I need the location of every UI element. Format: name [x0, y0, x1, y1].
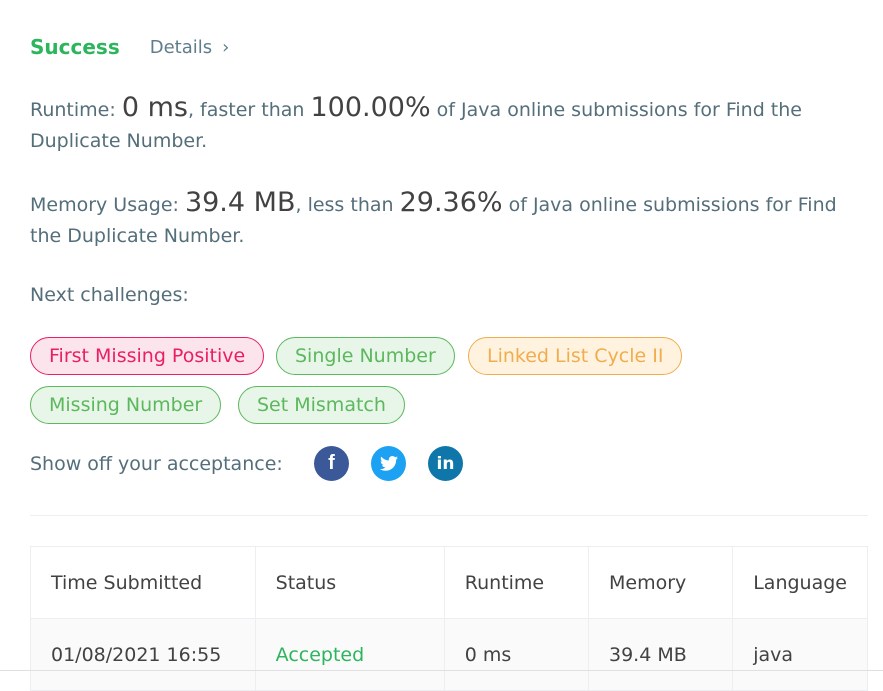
cell-memory: 39.4 MB: [587, 618, 734, 691]
challenge-first-missing-positive[interactable]: First Missing Positive: [30, 337, 265, 375]
column-header-language[interactable]: Language: [732, 546, 868, 619]
memory-value: 39.4 MB: [184, 187, 296, 218]
memory-mid: , less than: [295, 194, 400, 216]
cell-status-accepted[interactable]: Accepted: [254, 618, 445, 691]
cell-time-submitted: 01/08/2021 16:55: [30, 618, 256, 691]
runtime-summary: Runtime: 0 ms, faster than 100.00% of Ja…: [30, 92, 868, 157]
next-challenges-label: Next challenges:: [30, 284, 189, 306]
chevron-right-icon: ›: [222, 36, 230, 58]
details-label: Details: [149, 36, 213, 58]
runtime-mid: , faster than: [187, 99, 311, 121]
column-header-status[interactable]: Status: [254, 546, 445, 619]
challenge-missing-number[interactable]: Missing Number: [30, 386, 222, 424]
challenge-single-number[interactable]: Single Number: [276, 337, 455, 375]
runtime-label: Runtime:: [30, 99, 122, 121]
divider: [30, 515, 868, 516]
success-status: Success: [30, 35, 120, 59]
challenge-linked-list-cycle-ii[interactable]: Linked List Cycle II: [468, 337, 683, 375]
twitter-icon[interactable]: [371, 446, 406, 481]
runtime-value: 0 ms: [121, 92, 188, 123]
cell-language: java: [732, 618, 868, 691]
memory-label: Memory Usage:: [30, 194, 185, 216]
cell-runtime: 0 ms: [443, 618, 590, 691]
linkedin-icon[interactable]: in: [428, 446, 463, 481]
challenge-set-mismatch[interactable]: Set Mismatch: [238, 386, 405, 424]
twitter-bird-icon: [379, 456, 398, 471]
memory-percent: 29.36%: [399, 187, 503, 218]
share-label: Show off your acceptance:: [30, 453, 283, 475]
runtime-percent: 100.00%: [310, 92, 431, 123]
details-link[interactable]: Details ›: [150, 37, 230, 58]
facebook-glyph: f: [328, 452, 335, 474]
column-header-memory[interactable]: Memory: [587, 546, 734, 619]
table-row: 01/08/2021 16:55 Accepted 0 ms 39.4 MB j…: [30, 618, 868, 691]
column-header-time-submitted[interactable]: Time Submitted: [30, 546, 256, 619]
linkedin-glyph: in: [436, 453, 455, 474]
memory-summary: Memory Usage: 39.4 MB, less than 29.36% …: [30, 187, 868, 252]
column-header-runtime[interactable]: Runtime: [443, 546, 590, 619]
facebook-icon[interactable]: f: [314, 446, 349, 481]
table-header-row: Time Submitted Status Runtime Memory Lan…: [30, 546, 868, 619]
bottom-border: [0, 670, 883, 671]
result-header: Success Details ›: [30, 32, 229, 62]
